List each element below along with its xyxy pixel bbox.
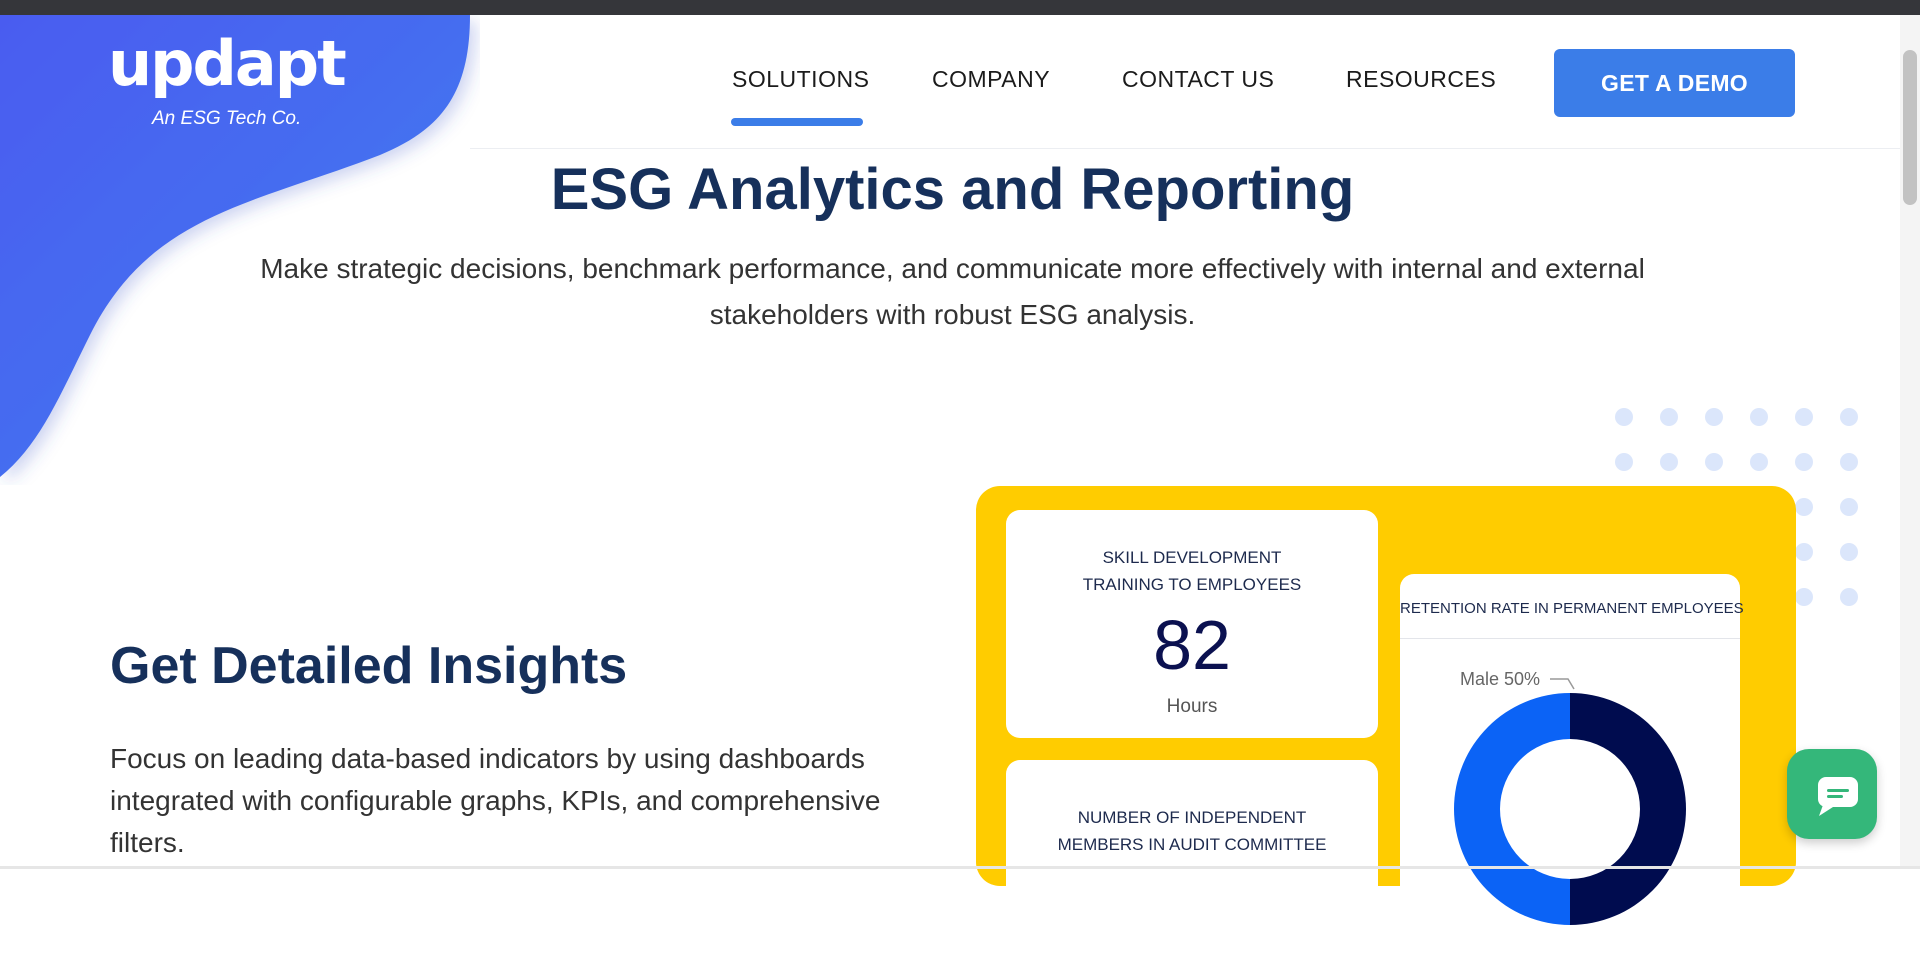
decorative-dot xyxy=(1840,498,1858,516)
decorative-dot xyxy=(1795,543,1813,561)
get-a-demo-button[interactable]: GET A DEMO xyxy=(1554,49,1795,117)
logo-tagline: An ESG Tech Co. xyxy=(152,108,302,129)
decorative-dot xyxy=(1705,453,1723,471)
decorative-dot xyxy=(1795,498,1813,516)
decorative-dot xyxy=(1705,408,1723,426)
browser-top-bar xyxy=(0,0,1920,15)
page-title: ESG Analytics and Reporting xyxy=(550,157,1355,222)
page-subtitle: Make strategic decisions, benchmark perf… xyxy=(260,253,1645,330)
section-title: Get Detailed Insights xyxy=(110,637,628,695)
decorative-dot xyxy=(1750,408,1768,426)
donut-slice-label: Male 50% xyxy=(1460,669,1540,689)
donut-label-leader xyxy=(1550,678,1575,690)
retention-card-divider xyxy=(1400,638,1740,639)
decorative-dot xyxy=(1795,588,1813,606)
kpi-card-unit: Hours xyxy=(1166,696,1218,717)
section-description: Focus on leading data-based indicators b… xyxy=(110,743,881,858)
header-divider xyxy=(470,148,1920,149)
donut-slice-1 xyxy=(1454,693,1570,925)
decorative-dot xyxy=(1795,408,1813,426)
kpi-card-audit-members: NUMBER OF INDEPENDENT MEMBERS IN AUDIT C… xyxy=(1006,760,1378,960)
kpi-card-training: SKILL DEVELOPMENT TRAINING TO EMPLOYEES … xyxy=(1006,510,1378,738)
chat-icon xyxy=(1818,777,1858,816)
decorative-dot xyxy=(1840,408,1858,426)
retention-chart-card: RETENTION RATE IN PERMANENT EMPLOYEES Ma… xyxy=(1400,574,1744,934)
decorative-dot xyxy=(1840,453,1858,471)
decorative-dot xyxy=(1795,453,1813,471)
decorative-dot xyxy=(1615,408,1633,426)
decorative-dot xyxy=(1615,453,1633,471)
nav-item-resources[interactable]: RESOURCES xyxy=(1346,66,1496,93)
decorative-dot xyxy=(1660,408,1678,426)
decorative-dot xyxy=(1840,543,1858,561)
decorative-dot xyxy=(1840,588,1858,606)
nav-item-solutions[interactable]: SOLUTIONS xyxy=(732,66,869,93)
retention-donut-chart: Male 50% xyxy=(1454,669,1686,925)
chat-widget-button[interactable] xyxy=(1787,749,1877,839)
kpi-card-value: 82 xyxy=(1153,606,1231,684)
retention-card-title: RETENTION RATE IN PERMANENT EMPLOYEES xyxy=(1400,600,1744,617)
kpi-card-title: SKILL DEVELOPMENT TRAINING TO EMPLOYEES xyxy=(1082,548,1302,594)
logo-wordmark: updapt xyxy=(108,27,347,100)
decorative-dot xyxy=(1660,453,1678,471)
scrollbar-thumb[interactable] xyxy=(1903,50,1917,205)
nav-item-contact-us[interactable]: CONTACT US xyxy=(1122,66,1274,93)
brand-logo[interactable]: updapt An ESG Tech Co. xyxy=(108,27,347,130)
nav-item-company[interactable]: COMPANY xyxy=(932,66,1050,93)
nav-active-indicator xyxy=(731,118,863,126)
dashboard-preview: SKILL DEVELOPMENT TRAINING TO EMPLOYEES … xyxy=(976,486,1796,960)
audit-card-title: NUMBER OF INDEPENDENT MEMBERS IN AUDIT C… xyxy=(1057,808,1327,854)
donut-slice-0 xyxy=(1570,693,1686,925)
decorative-dot xyxy=(1750,453,1768,471)
